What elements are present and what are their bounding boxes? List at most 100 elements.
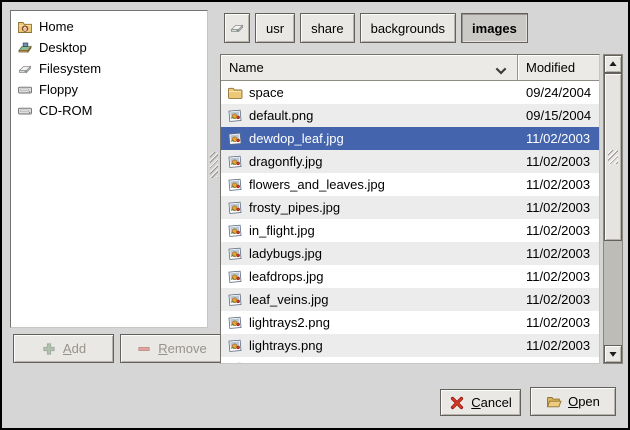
- scrollbar-grip: [608, 150, 618, 164]
- sidebar-item-desktop[interactable]: Desktop: [11, 37, 207, 58]
- image-icon: [227, 315, 243, 331]
- place-label: CD-ROM: [39, 103, 92, 118]
- path-root-button[interactable]: [224, 13, 250, 43]
- file-name-cell: lightrays2.png: [221, 315, 518, 331]
- path-button-usr[interactable]: usr: [255, 13, 295, 43]
- file-name-label: default.png: [249, 108, 313, 123]
- filesystem-icon: [17, 61, 33, 77]
- path-button-label: share: [311, 21, 344, 36]
- image-icon: [227, 269, 243, 285]
- file-modified-label: 09/24/2004: [518, 85, 591, 100]
- file-row[interactable]: default.png 09/15/2004: [221, 104, 599, 127]
- sidebar-item-filesystem[interactable]: Filesystem: [11, 58, 207, 79]
- file-row[interactable]: lightrays2.png 11/02/2003: [221, 311, 599, 334]
- image-icon: [227, 131, 243, 147]
- paned-resize-grip[interactable]: [210, 152, 218, 178]
- file-name-cell: in_flight.jpg: [221, 223, 518, 239]
- file-name-cell: [221, 361, 518, 364]
- image-icon: [227, 338, 243, 354]
- file-row[interactable]: dewdop_leaf.jpg 11/02/2003: [221, 127, 599, 150]
- file-row[interactable]: ladybugs.jpg 11/02/2003: [221, 242, 599, 265]
- image-icon: [227, 200, 243, 216]
- place-label: Home: [39, 19, 74, 34]
- file-modified-label: 11/02/2003: [518, 223, 590, 238]
- path-button-images[interactable]: images: [461, 13, 528, 43]
- add-icon: [41, 341, 57, 357]
- place-label: Filesystem: [39, 61, 101, 76]
- button-label: Remove: [158, 341, 206, 356]
- path-bar: usr share backgrounds images: [224, 13, 528, 43]
- file-row[interactable]: leafdrops.jpg11/02/2003: [221, 265, 599, 288]
- sort-descending-icon: [493, 63, 509, 73]
- file-row[interactable]: [221, 357, 599, 363]
- image-icon: [227, 177, 243, 193]
- button-label: Open: [568, 394, 600, 409]
- file-row[interactable]: space 09/24/2004: [221, 81, 599, 104]
- column-header-modified[interactable]: Modified: [518, 55, 599, 81]
- add-button[interactable]: Add: [13, 334, 114, 363]
- file-row[interactable]: in_flight.jpg 11/02/2003: [221, 219, 599, 242]
- file-modified-label: 09/15/2004: [518, 108, 591, 123]
- file-name-cell: dewdop_leaf.jpg: [221, 131, 518, 147]
- cdrom-icon: [17, 103, 33, 119]
- path-button-label: usr: [266, 21, 284, 36]
- image-icon: [227, 154, 243, 170]
- file-name-label: dewdop_leaf.jpg: [249, 131, 344, 146]
- file-modified-label: 11/02/2003: [518, 131, 590, 146]
- scroll-down-button[interactable]: [604, 345, 622, 363]
- place-label: Floppy: [39, 82, 78, 97]
- open-button[interactable]: Open: [530, 387, 616, 416]
- file-row[interactable]: dragonfly.jpg 11/02/2003: [221, 150, 599, 173]
- path-button-backgrounds[interactable]: backgrounds: [360, 13, 456, 43]
- scroll-up-button[interactable]: [604, 55, 622, 73]
- file-modified-label: 11/02/2003: [518, 246, 590, 261]
- image-icon: [227, 292, 243, 308]
- place-label: Desktop: [39, 40, 87, 55]
- arrow-down-icon: [608, 349, 618, 359]
- sidebar-item-home[interactable]: Home: [11, 16, 207, 37]
- file-modified-label: 11/02/2003: [518, 315, 590, 330]
- file-modified-label: 11/02/2003: [518, 154, 590, 169]
- file-row[interactable]: lightrays.png11/02/2003: [221, 334, 599, 357]
- file-name-cell: leaf_veins.jpg: [221, 292, 518, 308]
- file-modified-label: 11/02/2003: [518, 269, 590, 284]
- vertical-scrollbar[interactable]: [603, 54, 623, 364]
- path-button-label: images: [472, 21, 517, 36]
- file-list-panel: Name Modified space 09/24/2004 default.png…: [220, 54, 600, 364]
- file-name-label: space: [249, 85, 284, 100]
- file-row[interactable]: frosty_pipes.jpg11/02/2003: [221, 196, 599, 219]
- file-name-label: lightrays2.png: [249, 315, 330, 330]
- file-name-cell: dragonfly.jpg: [221, 154, 518, 170]
- desktop-icon: [17, 40, 33, 56]
- file-name-label: ladybugs.jpg: [249, 246, 322, 261]
- file-rows: space 09/24/2004 default.png 09/15/2004 dewd…: [221, 81, 599, 363]
- disk-icon: [229, 20, 245, 36]
- cancel-button[interactable]: Cancel: [440, 389, 521, 416]
- remove-icon: [136, 341, 152, 357]
- remove-button[interactable]: Remove: [120, 334, 223, 363]
- file-chooser-dialog: { "colors": { "dialog_bg": "#d6d6d6", "s…: [0, 0, 630, 430]
- file-row[interactable]: flowers_and_leaves.jpg11/02/2003: [221, 173, 599, 196]
- file-modified-label: 11/02/2003: [518, 200, 590, 215]
- image-icon: [227, 246, 243, 262]
- file-name-label: leaf_veins.jpg: [249, 292, 329, 307]
- arrow-up-icon: [608, 59, 618, 69]
- file-name-cell: lightrays.png: [221, 338, 518, 354]
- button-label: Add: [63, 341, 86, 356]
- file-name-label: dragonfly.jpg: [249, 154, 322, 169]
- home-icon: [17, 19, 33, 35]
- column-header-name[interactable]: Name: [221, 55, 518, 81]
- file-row[interactable]: leaf_veins.jpg11/02/2003: [221, 288, 599, 311]
- file-name-cell: frosty_pipes.jpg: [221, 200, 518, 216]
- file-name-label: in_flight.jpg: [249, 223, 315, 238]
- image-icon: [227, 223, 243, 239]
- scrollbar-thumb[interactable]: [604, 73, 622, 241]
- image-icon: [227, 361, 243, 364]
- path-button-share[interactable]: share: [300, 13, 355, 43]
- file-name-cell: flowers_and_leaves.jpg: [221, 177, 518, 193]
- file-name-label: lightrays.png: [249, 338, 323, 353]
- path-button-label: backgrounds: [371, 21, 445, 36]
- file-modified-label: 11/02/2003: [518, 177, 590, 192]
- sidebar-item-floppy[interactable]: Floppy: [11, 79, 207, 100]
- sidebar-item-cd-rom[interactable]: CD-ROM: [11, 100, 207, 121]
